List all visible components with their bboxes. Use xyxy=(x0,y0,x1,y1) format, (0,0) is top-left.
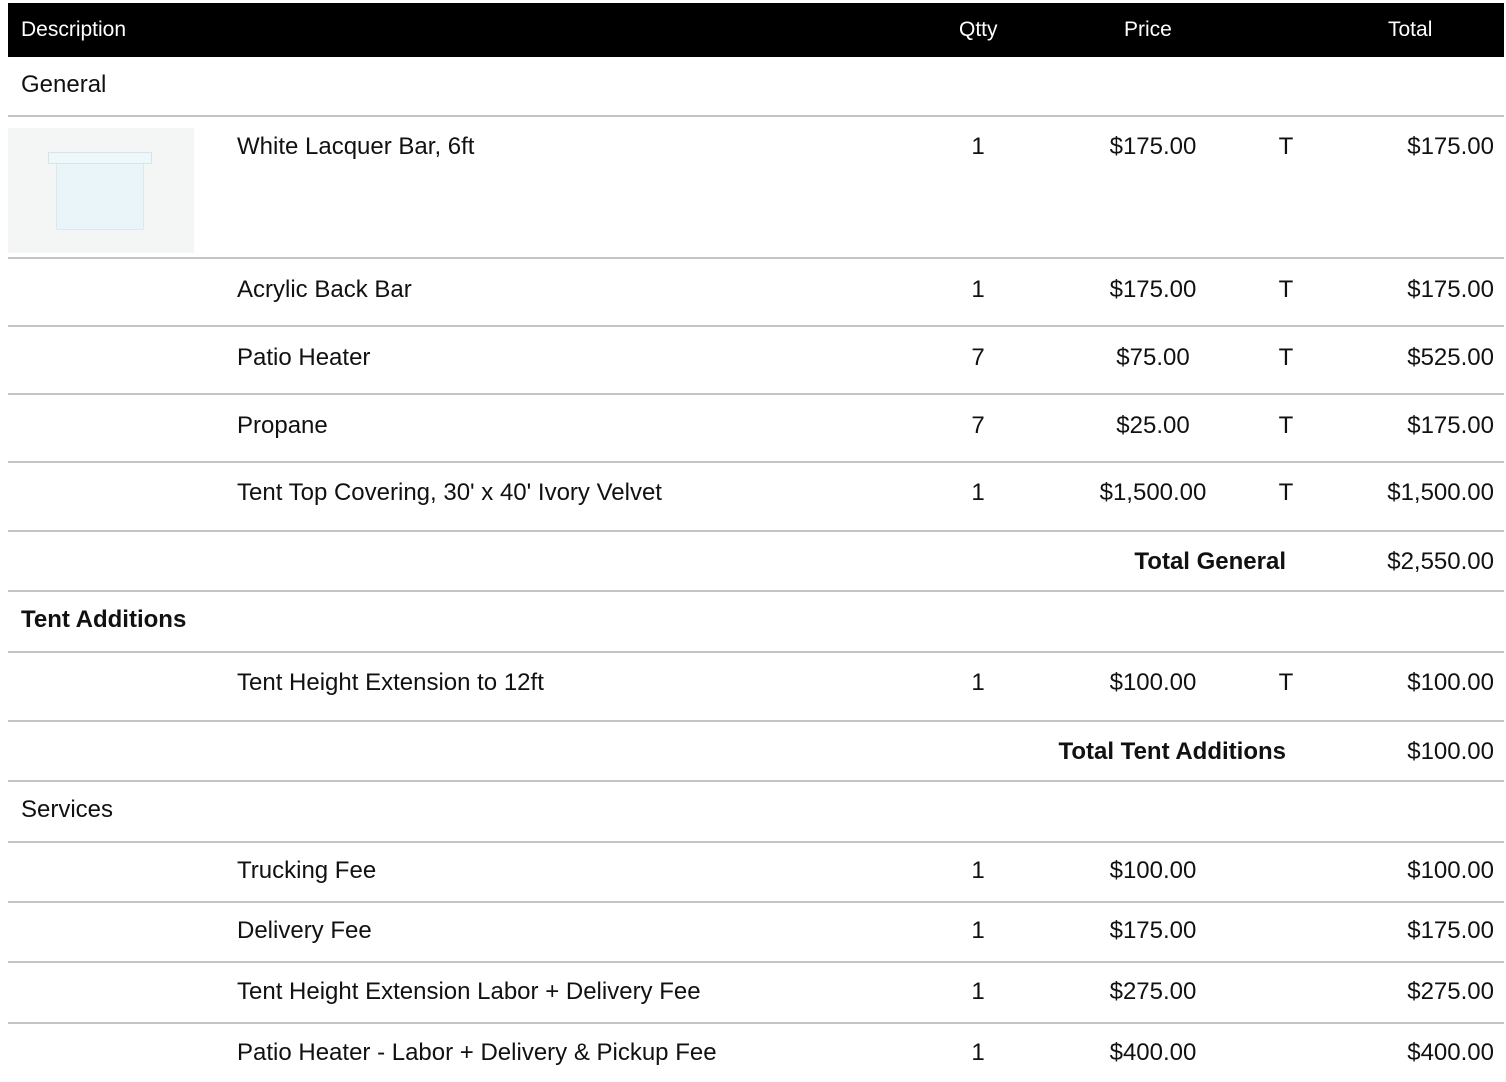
item-qty: 1 xyxy=(971,669,985,696)
header-total: Total xyxy=(1388,18,1433,41)
item-tax-flag: T xyxy=(1278,412,1294,439)
header-price: Price xyxy=(1124,18,1172,41)
item-tax-flag: T xyxy=(1278,133,1294,160)
item-qty: 1 xyxy=(971,857,985,884)
item-price: $100.00 xyxy=(1109,857,1197,884)
header-qty: Qtty xyxy=(959,18,998,41)
item-description: Tent Top Covering, 30' x 40' Ivory Velve… xyxy=(237,479,662,506)
item-total: $175.00 xyxy=(1407,917,1494,944)
table-row: Trucking Fee 1 $100.00 $100.00 xyxy=(8,843,1504,903)
item-description: Tent Height Extension Labor + Delivery F… xyxy=(237,978,701,1005)
item-tax-flag: T xyxy=(1278,479,1294,506)
section-header-services: Services xyxy=(8,782,1504,843)
subtotal-label: Total Tent Additions xyxy=(1058,738,1286,765)
item-total: $275.00 xyxy=(1407,978,1494,1005)
item-qty: 1 xyxy=(971,917,985,944)
section-subtotal-row: Total Tent Additions $100.00 xyxy=(8,722,1504,782)
section-header-tent-additions: Tent Additions xyxy=(8,592,1504,653)
item-price: $75.00 xyxy=(1116,344,1190,371)
item-total: $400.00 xyxy=(1407,1039,1494,1066)
item-total: $525.00 xyxy=(1407,344,1494,371)
product-thumbnail xyxy=(8,128,194,253)
item-total: $100.00 xyxy=(1407,669,1494,696)
table-header: Description Qtty Price Total xyxy=(8,3,1504,57)
item-total: $100.00 xyxy=(1407,857,1494,884)
item-total: $175.00 xyxy=(1407,412,1494,439)
table-row: Tent Top Covering, 30' x 40' Ivory Velve… xyxy=(8,463,1504,532)
item-price: $100.00 xyxy=(1109,669,1197,696)
item-description: Propane xyxy=(237,412,328,439)
item-price: $1,500.00 xyxy=(1099,479,1207,506)
table-row: Patio Heater 7 $75.00 T $525.00 xyxy=(8,327,1504,395)
item-description: Trucking Fee xyxy=(237,857,377,884)
item-total: $175.00 xyxy=(1407,133,1494,160)
item-description: Patio Heater xyxy=(237,344,371,371)
table-row: Patio Heater - Labor + Delivery & Pickup… xyxy=(8,1024,1504,1082)
table-row: Acrylic Back Bar 1 $175.00 T $175.00 xyxy=(8,259,1504,327)
item-qty: 1 xyxy=(971,479,985,506)
subtotal-label: Total General xyxy=(1134,548,1286,575)
item-price: $175.00 xyxy=(1109,917,1197,944)
section-subtotal-row: Total General $2,550.00 xyxy=(8,532,1504,592)
table-row: Propane 7 $25.00 T $175.00 xyxy=(8,395,1504,463)
table-row: Delivery Fee 1 $175.00 $175.00 xyxy=(8,903,1504,963)
item-description: White Lacquer Bar, 6ft xyxy=(237,133,475,160)
item-description: Tent Height Extension to 12ft xyxy=(237,669,544,696)
item-price: $275.00 xyxy=(1109,978,1197,1005)
item-qty: 1 xyxy=(971,276,985,303)
quote-table: Description Qtty Price Total General Whi… xyxy=(8,3,1504,1082)
item-price: $400.00 xyxy=(1109,1039,1197,1066)
section-title: General xyxy=(21,71,107,98)
item-qty: 1 xyxy=(971,978,985,1005)
item-tax-flag: T xyxy=(1278,276,1294,303)
item-qty: 7 xyxy=(971,412,985,439)
bar-image-body xyxy=(56,158,144,230)
table-row: Tent Height Extension to 12ft 1 $100.00 … xyxy=(8,653,1504,722)
item-qty: 1 xyxy=(971,133,985,160)
subtotal-value: $100.00 xyxy=(1407,738,1494,765)
section-header-general: General xyxy=(8,57,1504,117)
item-qty: 1 xyxy=(971,1039,985,1066)
subtotal-value: $2,550.00 xyxy=(1387,548,1494,575)
section-title: Tent Additions xyxy=(21,606,187,633)
item-tax-flag: T xyxy=(1278,669,1294,696)
bar-image-top xyxy=(48,152,152,164)
table-row: White Lacquer Bar, 6ft 1 $175.00 T $175.… xyxy=(8,117,1504,259)
item-total: $1,500.00 xyxy=(1387,479,1494,506)
item-qty: 7 xyxy=(971,344,985,371)
item-price: $175.00 xyxy=(1109,276,1197,303)
table-row: Tent Height Extension Labor + Delivery F… xyxy=(8,963,1504,1024)
item-price: $175.00 xyxy=(1109,133,1197,160)
section-title: Services xyxy=(21,796,114,823)
item-tax-flag: T xyxy=(1278,344,1294,371)
item-price: $25.00 xyxy=(1116,412,1190,439)
header-description: Description xyxy=(21,18,127,41)
item-total: $175.00 xyxy=(1407,276,1494,303)
item-description: Delivery Fee xyxy=(237,917,372,944)
item-description: Patio Heater - Labor + Delivery & Pickup… xyxy=(237,1039,717,1066)
item-description: Acrylic Back Bar xyxy=(237,276,412,303)
